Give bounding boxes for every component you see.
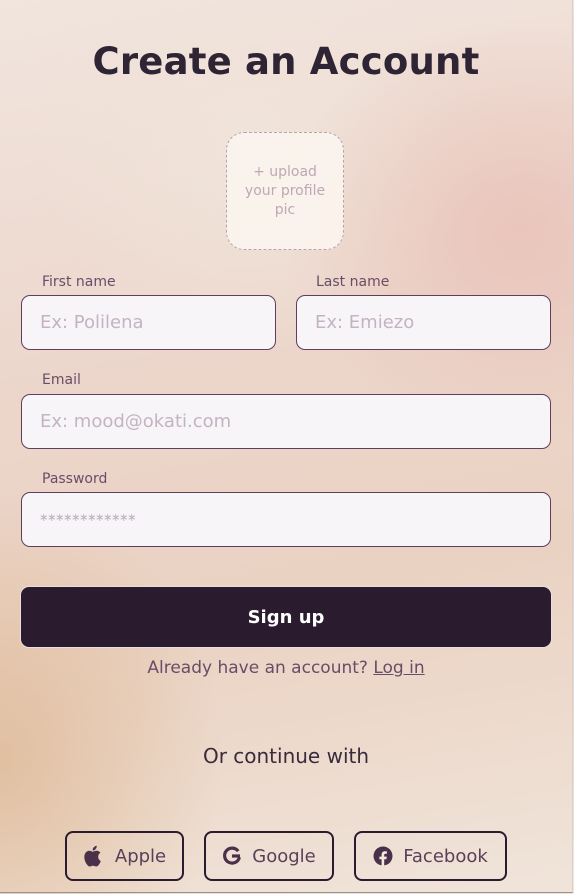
login-prompt-text: Already have an account?: [147, 658, 368, 678]
signup-button[interactable]: Sign up: [20, 586, 552, 648]
facebook-label: Facebook: [403, 845, 488, 867]
social-heading: Or continue with: [202, 744, 370, 768]
google-login-button[interactable]: Google: [204, 831, 334, 881]
last-name-field[interactable]: [296, 295, 551, 350]
login-link[interactable]: Log in: [373, 658, 424, 678]
apple-login-button[interactable]: Apple: [65, 831, 184, 881]
email-label: Email: [42, 372, 81, 388]
upload-label: + upload your profile pic: [244, 163, 326, 218]
email-field[interactable]: [21, 394, 551, 449]
password-field[interactable]: [21, 492, 551, 547]
password-label: Password: [42, 471, 108, 487]
facebook-icon: [373, 846, 393, 866]
apple-label: Apple: [114, 845, 167, 867]
first-name-label: First name: [42, 274, 116, 290]
page-title: Create an Account: [92, 40, 480, 83]
login-prompt-row: Already have an account? Log in: [0, 658, 572, 678]
last-name-label: Last name: [316, 274, 390, 290]
google-label: Google: [252, 845, 316, 867]
apple-icon: [83, 844, 105, 868]
facebook-login-button[interactable]: Facebook: [354, 831, 507, 881]
google-icon: [222, 846, 242, 866]
profile-pic-upload[interactable]: + upload your profile pic: [226, 132, 344, 250]
first-name-field[interactable]: [21, 295, 276, 350]
signup-card: Create an Account + upload your profile …: [0, 0, 573, 893]
